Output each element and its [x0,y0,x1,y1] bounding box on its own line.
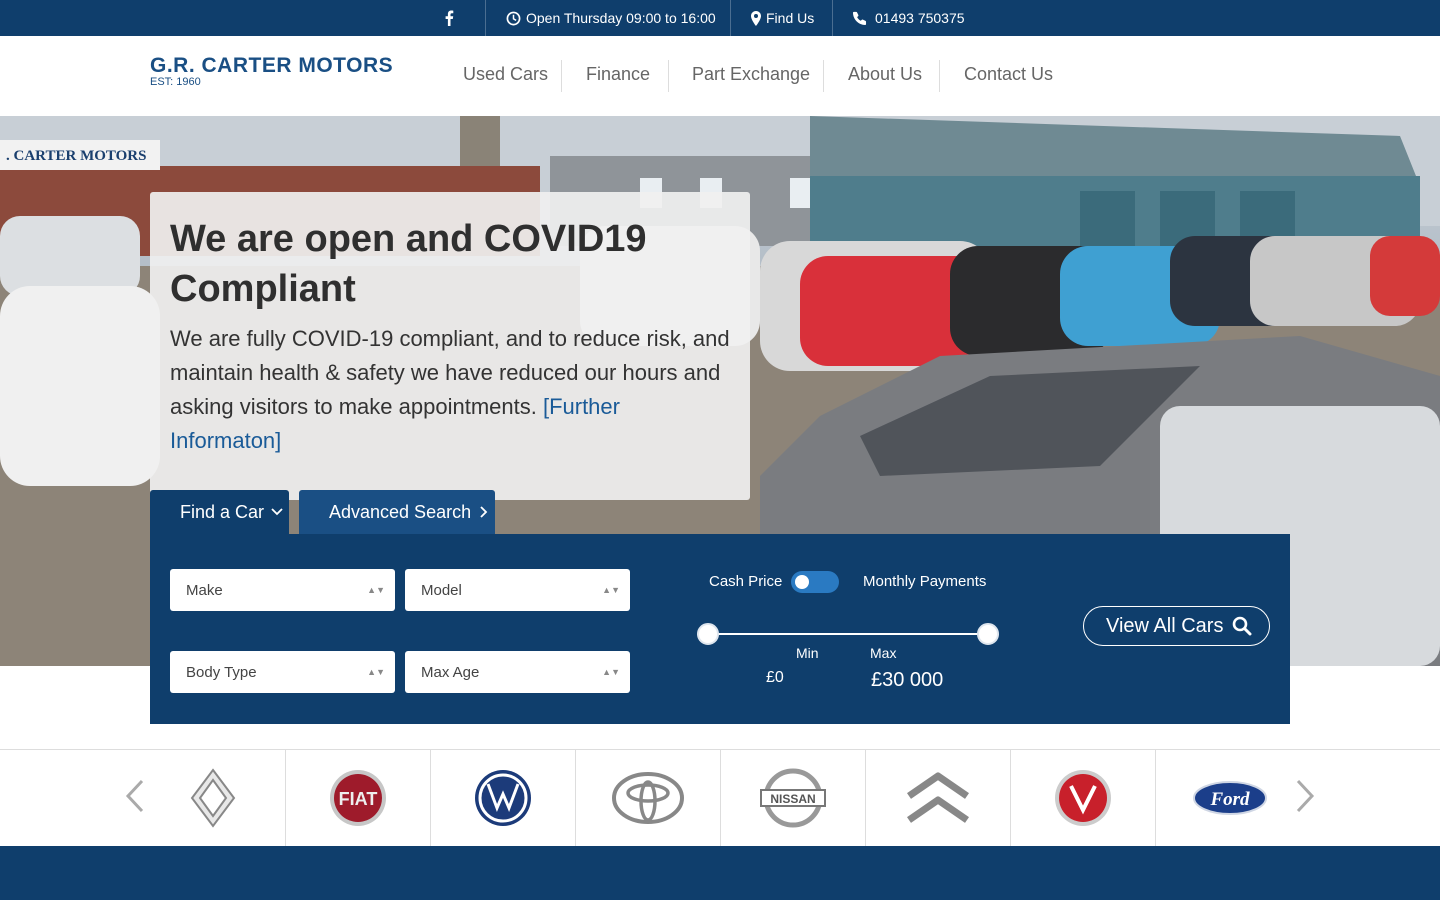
max-price-value: £30 000 [871,669,944,691]
make-select-value: Make [186,581,223,599]
search-icon [1233,616,1252,636]
max-age-select-value: Max Age [421,663,480,681]
svg-text:FIAT: FIAT [339,789,378,809]
footer-band [0,846,1440,900]
carousel-next-button[interactable] [1294,778,1316,823]
tab-find-a-car[interactable]: Find a Car [150,490,289,534]
tab-advanced-label: Advanced Search [329,501,472,522]
make-select[interactable]: Make ▲▼ [170,569,395,611]
min-label: Min [796,645,819,661]
payment-type-toggle[interactable] [791,571,839,593]
nav-used-cars[interactable]: Used Cars [463,64,548,85]
brand-toyota[interactable] [576,750,721,846]
volkswagen-logo-icon [475,770,531,826]
nav-about-us[interactable]: About Us [848,64,922,85]
opening-hours-text: Open Thursday 09:00 to 16:00 [526,10,716,26]
covid-notice: We are open and COVID19 Compliant We are… [150,192,750,500]
top-info-bar: Open Thursday 09:00 to 16:00 Find Us 014… [0,0,1440,36]
caret-icon: ▲▼ [367,585,385,595]
phone-icon [853,11,867,25]
facebook-link[interactable] [444,0,454,36]
caret-icon: ▲▼ [602,585,620,595]
map-pin-icon [751,10,761,26]
ford-logo-icon: Ford [1192,781,1267,815]
brand-carousel: FIAT NISSAN Ford [0,749,1440,846]
monthly-payments-label: Monthly Payments [863,573,987,590]
max-age-select[interactable]: Max Age ▲▼ [405,651,630,693]
brand-volkswagen[interactable] [431,750,576,846]
fiat-logo-icon: FIAT [330,770,386,826]
view-all-label: View All Cars [1106,614,1224,637]
svg-text:Ford: Ford [1209,789,1250,810]
tab-advanced-search[interactable]: Advanced Search [299,490,495,534]
slider-max-handle[interactable] [977,623,999,645]
slider-min-handle[interactable] [697,623,719,645]
search-panel: Make ▲▼ Model ▲▼ Body Type ▲▼ Max Age ▲▼ Cas… [150,534,1290,724]
tab-find-label: Find a Car [180,501,265,522]
cash-price-label: Cash Price [709,573,783,590]
brand-nissan[interactable]: NISSAN [721,750,866,846]
citroen-logo-icon [907,772,969,823]
find-us-link[interactable]: Find Us [751,0,814,36]
chevron-right-icon [480,506,488,518]
brand-renault[interactable] [141,750,286,846]
chevron-right-icon [1296,779,1315,813]
facebook-icon [445,10,454,26]
model-select-value: Model [421,581,462,599]
logo-established: EST: 1960 [150,76,201,88]
body-type-select-value: Body Type [186,663,257,681]
svg-text:NISSAN: NISSAN [770,792,815,806]
min-price-value: £0 [766,669,784,686]
brand-ford[interactable]: Ford [1157,750,1302,846]
phone-link[interactable]: 01493 750375 [853,0,965,36]
nissan-logo-icon: NISSAN [760,768,826,828]
model-select[interactable]: Model ▲▼ [405,569,630,611]
body-type-select[interactable]: Body Type ▲▼ [170,651,395,693]
find-us-text: Find Us [766,10,815,26]
nav-finance[interactable]: Finance [586,64,650,85]
nav-part-exchange[interactable]: Part Exchange [692,64,810,85]
max-label: Max [870,645,897,661]
brand-fiat[interactable]: FIAT [286,750,431,846]
nav-contact-us[interactable]: Contact Us [964,64,1053,85]
site-header: G.R. CARTER MOTORS EST: 1960 Used Cars F… [0,36,1440,116]
sign-text: . CARTER MOTORS [6,148,146,164]
caret-icon: ▲▼ [367,667,385,677]
covid-text: We are fully COVID-19 compliant, and to … [170,322,730,458]
toggle-knob [795,575,809,589]
logo[interactable]: G.R. CARTER MOTORS [150,54,393,78]
view-all-cars-button[interactable]: View All Cars [1083,606,1270,646]
opening-hours: Open Thursday 09:00 to 16:00 [506,0,716,36]
caret-icon: ▲▼ [602,667,620,677]
phone-number: 01493 750375 [875,10,965,26]
clock-icon [506,11,521,25]
price-range-slider[interactable] [708,633,988,635]
vauxhall-logo-icon [1055,770,1111,826]
covid-body: We are fully COVID-19 compliant, and to … [170,326,730,419]
chevron-down-icon [271,508,283,516]
brand-vauxhall[interactable] [1011,750,1156,846]
brand-citroen[interactable] [866,750,1011,846]
toyota-logo-icon [612,772,684,824]
covid-title: We are open and COVID19 Compliant [170,218,647,310]
renault-logo-icon [190,768,236,828]
